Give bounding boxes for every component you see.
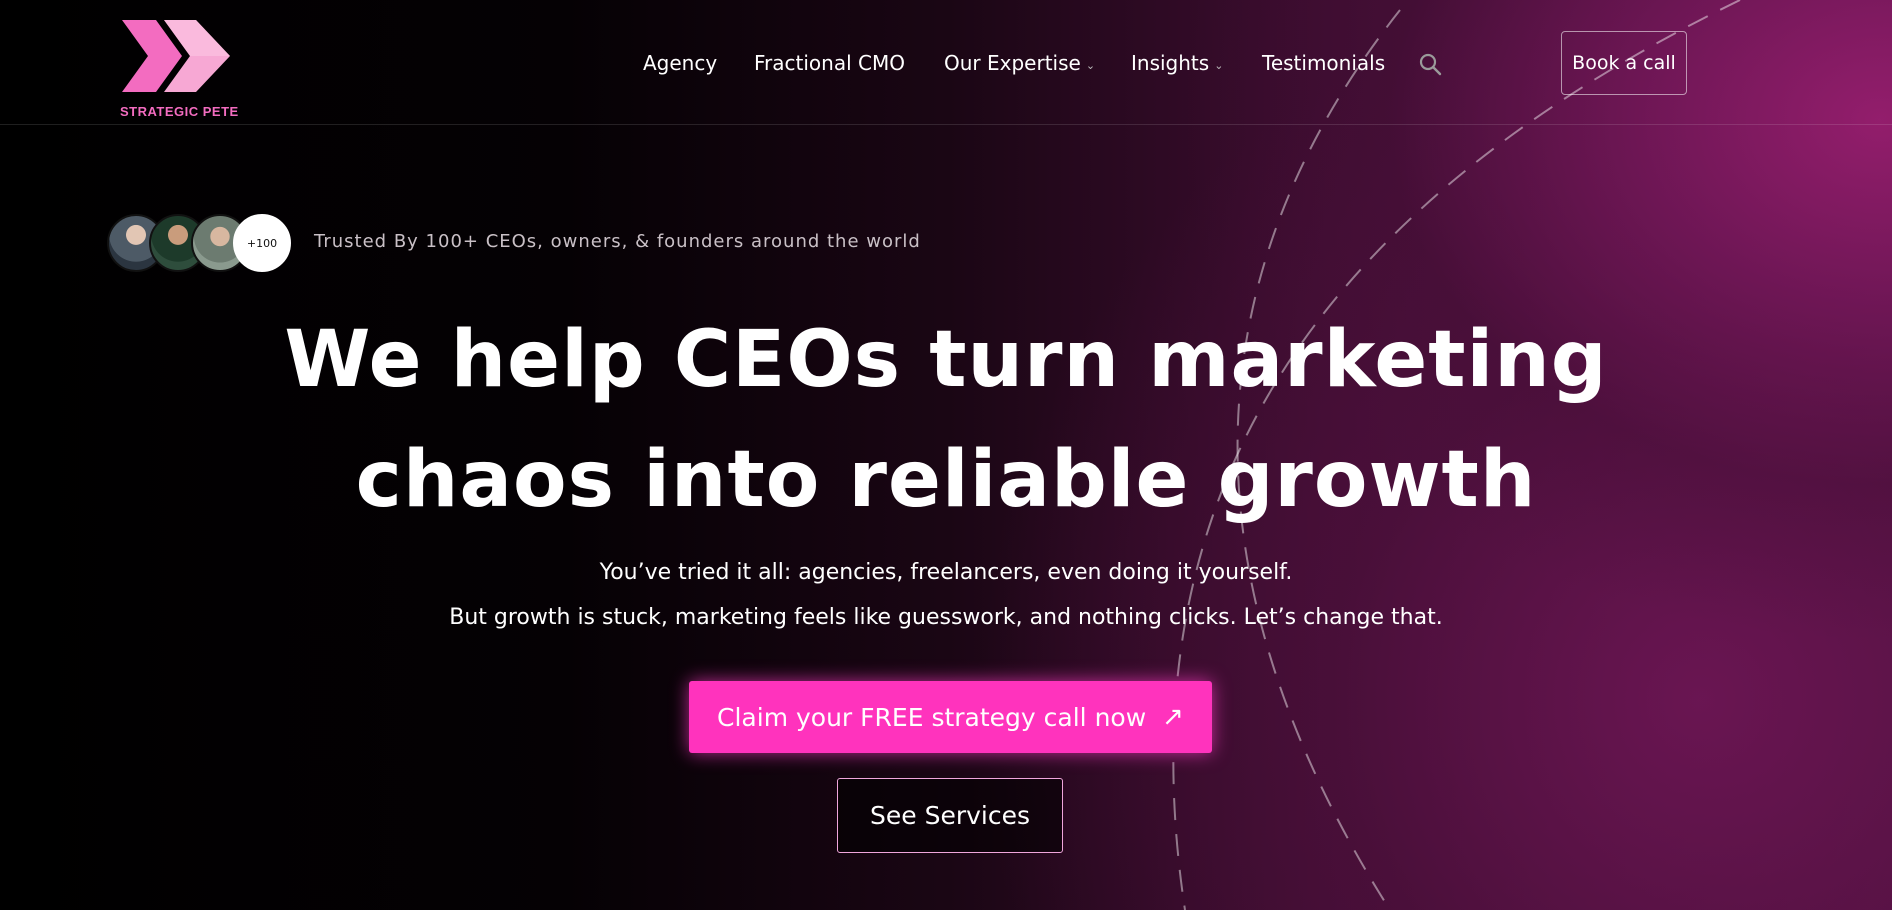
logo-text: STRATEGIC PETE bbox=[120, 104, 239, 119]
nav-item-testimonials[interactable]: Testimonials bbox=[1262, 48, 1385, 78]
nav-label: Agency bbox=[643, 51, 718, 75]
nav-label: Insights bbox=[1131, 51, 1210, 75]
hero-subtitle-line: But growth is stuck, marketing feels lik… bbox=[449, 605, 1443, 630]
nav-label: Testimonials bbox=[1262, 51, 1386, 75]
hero-title: We help CEOs turn marketing chaos into r… bbox=[0, 300, 1892, 540]
cta-label: Claim your FREE strategy call now bbox=[717, 702, 1147, 732]
avatar-count-badge: +100 bbox=[233, 214, 291, 272]
claim-strategy-call-button[interactable]: Claim your FREE strategy call now ↗ bbox=[689, 681, 1212, 753]
logo-chevrons-icon bbox=[122, 20, 230, 92]
nav-item-agency[interactable]: Agency bbox=[643, 48, 717, 78]
nav-item-insights[interactable]: Insights ⌄ bbox=[1131, 48, 1223, 78]
hero-title-line: chaos into reliable growth bbox=[355, 435, 1537, 525]
hero-title-line: We help CEOs turn marketing bbox=[284, 315, 1608, 405]
nav-item-fractional-cmo[interactable]: Fractional CMO bbox=[754, 48, 905, 78]
search-icon bbox=[1419, 53, 1442, 76]
trust-text: Trusted By 100+ CEOs, owners, & founders… bbox=[314, 231, 921, 252]
hero-subtitle-line: You’ve tried it all: agencies, freelance… bbox=[599, 560, 1293, 585]
nav-item-our-expertise[interactable]: Our Expertise ⌄ bbox=[944, 48, 1095, 78]
arrow-up-right-icon: ↗ bbox=[1162, 702, 1184, 732]
chevron-down-icon: ⌄ bbox=[1085, 58, 1096, 72]
chevron-down-icon: ⌄ bbox=[1214, 58, 1224, 72]
nav-label: Fractional CMO bbox=[754, 51, 905, 75]
page: STRATEGIC PETE Agency Fractional CMO Our… bbox=[0, 0, 1892, 910]
search-button[interactable] bbox=[1418, 52, 1444, 78]
book-a-call-button[interactable]: Book a call bbox=[1561, 31, 1687, 95]
site-header: STRATEGIC PETE Agency Fractional CMO Our… bbox=[0, 0, 1892, 125]
logo[interactable]: STRATEGIC PETE bbox=[118, 18, 238, 122]
avatar-group: +100 bbox=[107, 214, 292, 272]
see-services-button[interactable]: See Services bbox=[837, 778, 1063, 853]
nav-label: Our Expertise bbox=[944, 51, 1081, 75]
